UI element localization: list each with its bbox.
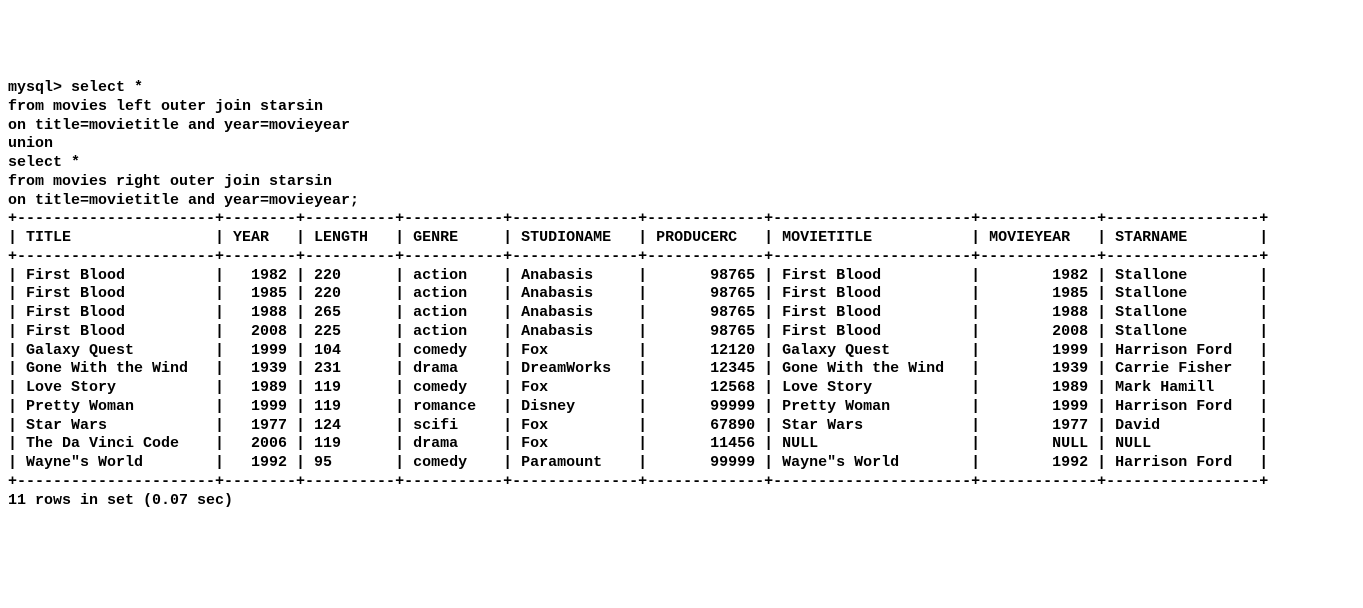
mysql-terminal-output: mysql> select * from movies left outer j… — [8, 79, 1355, 510]
